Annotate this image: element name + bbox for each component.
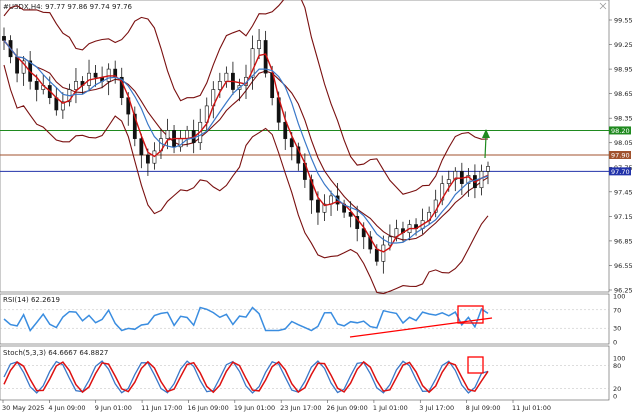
time-tick-label: 4 Jun 09:00: [48, 404, 85, 412]
level-tag-label: 97.90: [611, 152, 630, 160]
candle-body: [283, 121, 288, 139]
stoch-tick-label: 80: [613, 362, 621, 370]
price-tick-label: 98.35: [614, 115, 633, 123]
level-tag-label: 98.20: [611, 127, 630, 135]
time-tick-label: 9 Jun 01:00: [95, 404, 132, 412]
stoch-tick-label: 0: [613, 393, 617, 401]
rsi-tick-label: 70: [613, 306, 621, 314]
candle-body: [257, 40, 261, 49]
time-tick-label: 1 Jul 01:00: [373, 404, 408, 412]
time-tick-label: 19 Jun 01:00: [234, 404, 275, 412]
candle-body: [446, 179, 451, 184]
time-tick-label: 23 Jun 17:00: [280, 404, 321, 412]
price-tick-label: 98.05: [614, 139, 633, 147]
candle-body: [74, 81, 78, 90]
candle-body: [224, 72, 229, 82]
candle-body: [387, 236, 392, 246]
price-tick-label: 97.15: [614, 213, 633, 221]
time-tick-label: 3 Jul 17:00: [419, 404, 454, 412]
candle-body: [54, 97, 59, 111]
chart-canvas: #USDX,H4: 97.77 97.86 97.74 97.76 RSI(14…: [0, 0, 633, 412]
price-tick-label: 96.55: [614, 262, 633, 270]
candle-body: [374, 248, 379, 262]
chart-header: #USDX,H4: 97.77 97.86 97.74 97.76: [3, 3, 133, 11]
time-axis: 30 May 2025 4 Jun 09:00 9 Jun 01:00 11 Jun …: [2, 400, 551, 412]
rsi-tick-label: 0: [613, 339, 617, 347]
price-tick-label: 99.55: [614, 17, 633, 25]
rsi-tick-label: 100: [613, 293, 625, 301]
price-tick-label: 98.65: [614, 90, 633, 98]
rsi-header: RSI(14) 62.2619: [3, 296, 60, 304]
stoch-header: Stoch(5,3,3) 64.6667 64.8827: [3, 349, 108, 357]
candle-body: [139, 138, 144, 156]
time-tick-label: 16 Jun 09:00: [187, 404, 228, 412]
price-tick-label: 96.85: [614, 237, 633, 245]
price-panel[interactable]: [0, 0, 610, 293]
candle-body: [486, 166, 490, 172]
candle-body: [15, 56, 19, 74]
candle-body: [316, 199, 320, 213]
candle-body: [34, 81, 39, 90]
candle-body: [381, 244, 386, 262]
price-tick-label: 97.45: [614, 188, 633, 196]
price-tick-label: 99.25: [614, 41, 633, 49]
rsi-tick-label: 30: [613, 325, 621, 333]
candle-body: [145, 154, 150, 164]
time-tick-label: 8 Jul 09:00: [466, 404, 501, 412]
candle-body: [289, 138, 294, 148]
time-tick-label: 26 Jun 09:00: [327, 404, 368, 412]
candle-body: [217, 81, 222, 90]
time-tick-label: 30 May 2025: [2, 404, 44, 412]
candle-body: [165, 130, 170, 139]
level-tag-label: 97.70: [611, 168, 630, 176]
time-tick-label: 11 Jul 01:00: [512, 404, 551, 412]
candle-body: [329, 195, 333, 205]
candle-body: [93, 72, 98, 78]
candle-body: [2, 36, 6, 41]
price-tick-label: 98.95: [614, 66, 633, 74]
candle-body: [185, 130, 190, 139]
time-tick-label: 11 Jun 17:00: [141, 404, 182, 412]
